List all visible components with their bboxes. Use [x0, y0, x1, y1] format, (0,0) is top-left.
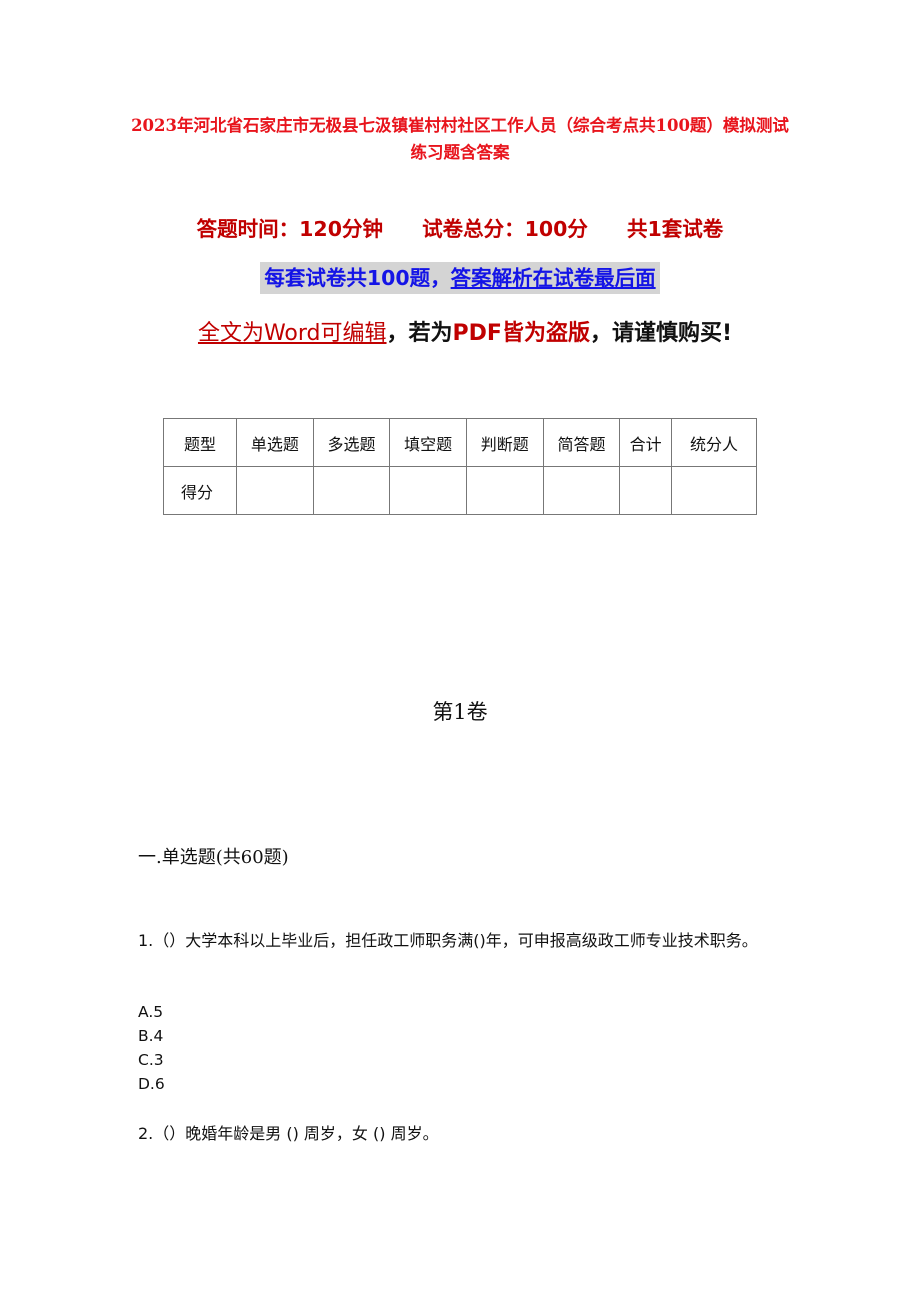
document-title: 2023年河北省石家庄市无极县七汲镇崔村村社区工作人员（综合考点共100题）模拟… [131, 116, 789, 162]
notice-text-1: 每套试卷共100题， [264, 266, 451, 290]
pdf-piracy-text: PDF皆为盗版 [452, 321, 590, 346]
question-2-text: 2.（）晚婚年龄是男 () 周岁，女 () 周岁。 [138, 1124, 439, 1143]
notice-link[interactable]: 答案解析在试卷最后面 [451, 266, 656, 290]
score-row-label: 得分 [163, 466, 237, 515]
score-header-cell: 填空题 [389, 418, 467, 467]
warning-tail: ，请谨慎购买! [589, 321, 733, 346]
score-header-cell: 判断题 [465, 418, 544, 467]
score-header-cell: 题型 [163, 418, 237, 467]
question-1-option-d: D.6 [138, 1075, 165, 1093]
score-cell [236, 466, 314, 515]
exam-total-score: 试卷总分：100分 [422, 217, 588, 241]
question-1-text: 1.（）大学本科以上毕业后，担任政工师职务满()年，可申报高级政工师专业技术职务… [138, 931, 758, 950]
score-header-cell: 合计 [619, 418, 672, 467]
exam-time: 答题时间：120分钟 [196, 217, 383, 241]
warning-sep: ，若为 [386, 321, 453, 346]
copyright-warning: 全文为Word可编辑，若为PDF皆为盗版，请谨慎购买! [150, 308, 780, 360]
exam-meta: 答题时间：120分钟 试卷总分：100分 共1套试卷 [160, 212, 760, 242]
score-header-cell: 单选题 [236, 418, 314, 467]
question-1-option-b: B.4 [138, 1027, 164, 1045]
score-cell [542, 466, 621, 515]
score-cell [389, 466, 467, 515]
question-1-option-c: C.3 [138, 1051, 164, 1069]
word-editable-link[interactable]: 全文为Word可编辑 [198, 321, 387, 346]
score-table: 题型 单选题 多选题 填空题 判断题 简答题 合计 统分人 得分 [163, 418, 757, 515]
score-cell [312, 466, 391, 515]
score-header-cell: 多选题 [312, 418, 391, 467]
score-cell [465, 466, 544, 515]
score-table-row: 得分 [163, 466, 757, 515]
section-heading: 一.单选题(共60题) [138, 847, 289, 868]
score-cell [671, 466, 757, 515]
notice-line: 每套试卷共100题，答案解析在试卷最后面 [0, 262, 920, 294]
score-header-cell: 简答题 [542, 418, 621, 467]
notice-highlight: 每套试卷共100题，答案解析在试卷最后面 [260, 262, 660, 294]
score-table-header-row: 题型 单选题 多选题 填空题 判断题 简答题 合计 统分人 [163, 418, 757, 467]
volume-heading: 第1卷 [432, 700, 488, 724]
question-1-option-a: A.5 [138, 1003, 164, 1021]
score-cell [619, 466, 672, 515]
score-header-cell: 统分人 [671, 418, 757, 467]
exam-sets: 共1套试卷 [627, 217, 724, 241]
